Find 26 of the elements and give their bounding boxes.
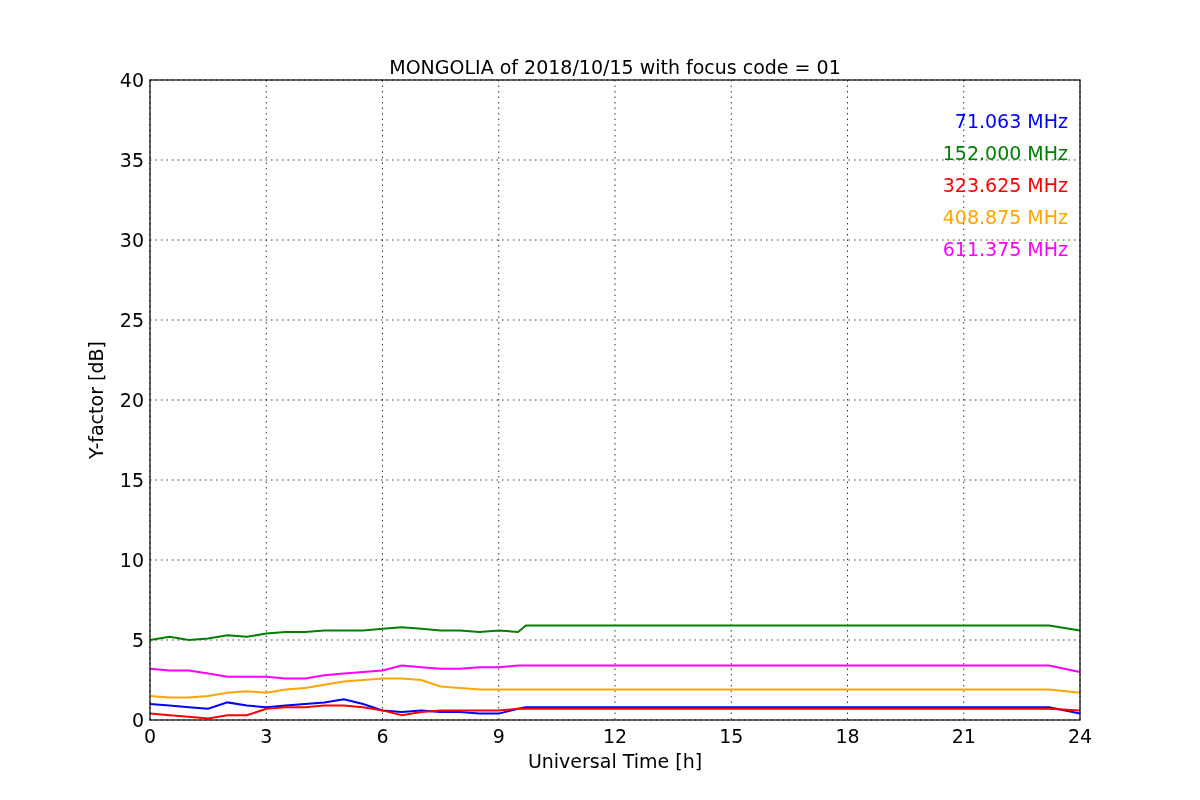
y-tick-label: 10 xyxy=(119,549,144,571)
legend-label: 611.375 MHz xyxy=(942,238,1068,260)
legend-label: 152.000 MHz xyxy=(942,142,1068,164)
y-tick-label: 0 xyxy=(131,709,144,731)
x-tick-label: 21 xyxy=(951,725,976,747)
x-tick-label: 15 xyxy=(719,725,744,747)
y-tick-label: 20 xyxy=(119,389,144,411)
legend-label: 408.875 MHz xyxy=(942,206,1068,228)
chart-title: MONGOLIA of 2018/10/15 with focus code = 01 xyxy=(389,56,841,78)
x-tick-label: 24 xyxy=(1067,725,1093,747)
y-tick-label: 5 xyxy=(131,629,144,651)
y-axis-title: Y-factor [dB] xyxy=(85,341,107,459)
legend-label: 323.625 MHz xyxy=(942,174,1068,196)
y-tick-label: 40 xyxy=(119,69,144,91)
x-tick-label: 3 xyxy=(260,725,273,747)
y-tick-label: 25 xyxy=(119,309,144,331)
y-tick-label: 30 xyxy=(119,229,144,251)
x-tick-label: 6 xyxy=(376,725,389,747)
x-tick-label: 9 xyxy=(492,725,505,747)
y-tick-label: 35 xyxy=(119,149,144,171)
x-axis-title: Universal Time [h] xyxy=(527,750,703,772)
x-tick-label: 0 xyxy=(143,725,157,747)
x-tick-label: 12 xyxy=(602,725,628,747)
legend-label: 71.063 MHz xyxy=(954,110,1068,132)
y-tick-label: 15 xyxy=(119,469,144,491)
x-tick-label: 18 xyxy=(835,725,860,747)
